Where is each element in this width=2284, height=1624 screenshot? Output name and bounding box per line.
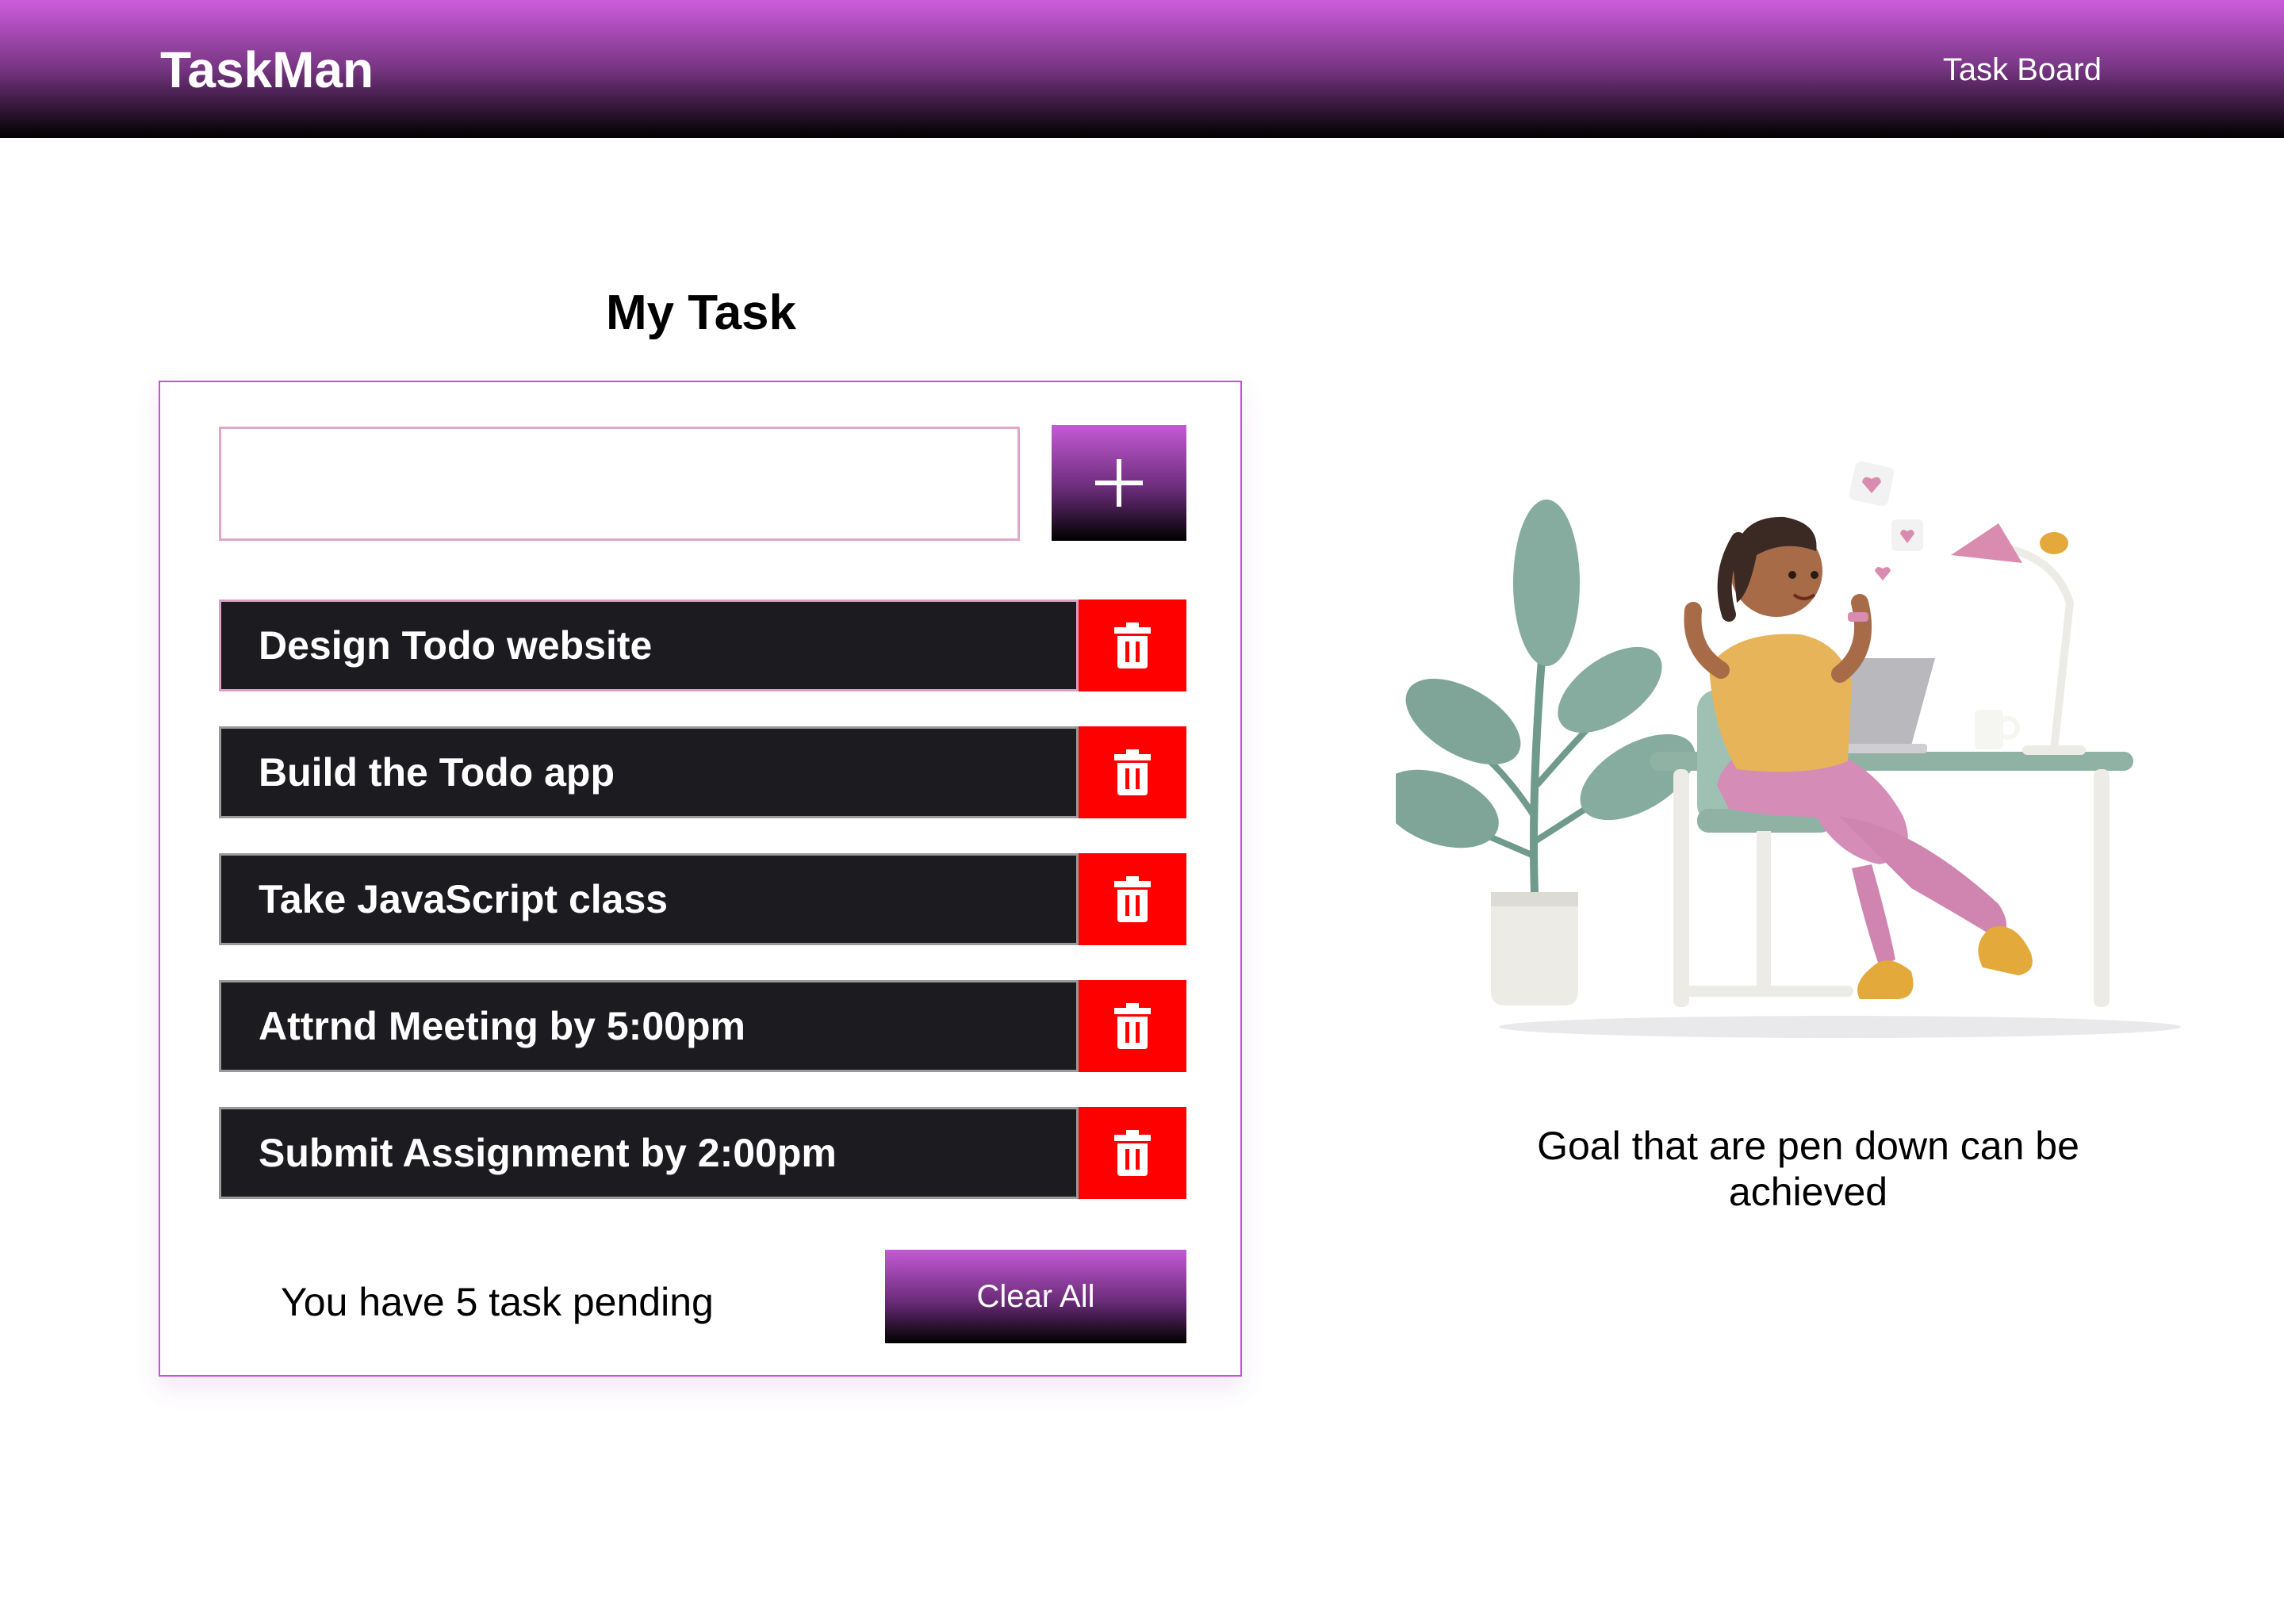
nav-task-board-link[interactable]: Task Board (1943, 48, 2102, 92)
motivation-quote: Goal that are pen down can be achieved (1537, 1124, 2079, 1214)
task-item: Build the Todo app (219, 726, 1186, 818)
task-card: Design Todo website Build the Todo app T… (159, 381, 1242, 1377)
task-item: Design Todo website (219, 599, 1186, 691)
delete-task-button[interactable] (1079, 599, 1186, 691)
task-item: Attrnd Meeting by 5:00pm (219, 980, 1186, 1072)
task-item: Take JavaScript class (219, 853, 1186, 945)
task-input[interactable] (219, 427, 1020, 541)
trash-icon (1114, 749, 1151, 795)
clear-all-button[interactable]: Clear All (885, 1250, 1186, 1343)
trash-icon (1114, 622, 1151, 668)
task-item-label: Attrnd Meeting by 5:00pm (259, 1004, 745, 1048)
woman-at-desk-illustration (1396, 461, 2181, 1038)
trash-icon (1114, 1130, 1151, 1176)
top-header: TaskMan Task Board (0, 0, 2284, 138)
brand-logo[interactable]: TaskMan (160, 38, 374, 102)
delete-task-button[interactable] (1079, 726, 1186, 818)
task-item-label: Design Todo website (259, 623, 653, 668)
page-title: My Task (605, 285, 797, 340)
delete-task-button[interactable] (1079, 980, 1186, 1072)
add-task-button[interactable] (1052, 425, 1186, 541)
trash-icon (1114, 876, 1151, 922)
task-item-label: Take JavaScript class (259, 877, 669, 921)
trash-icon (1114, 1003, 1151, 1049)
delete-task-button[interactable] (1079, 853, 1186, 945)
task-item-label: Build the Todo app (259, 750, 615, 795)
task-item-label: Submit Assignment by 2:00pm (259, 1131, 837, 1175)
task-item: Submit Assignment by 2:00pm (219, 1107, 1186, 1199)
plus-icon (1095, 459, 1143, 507)
delete-task-button[interactable] (1079, 1107, 1186, 1199)
pending-count-text: You have 5 task pending (281, 1280, 714, 1324)
